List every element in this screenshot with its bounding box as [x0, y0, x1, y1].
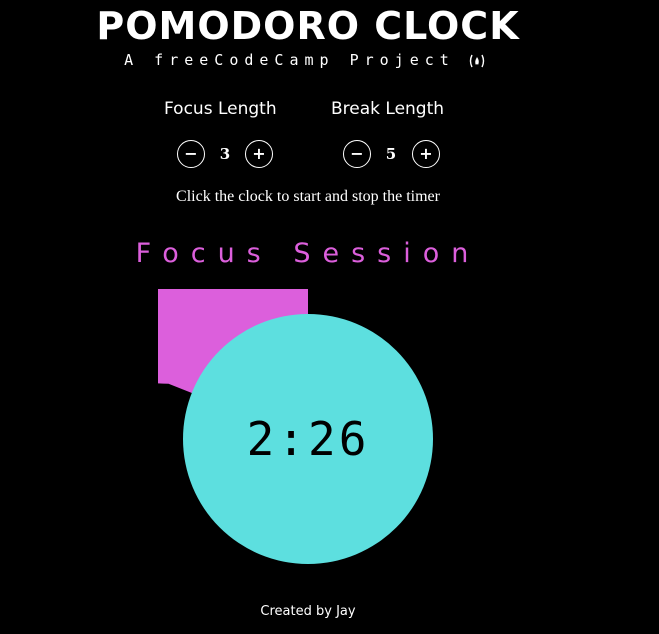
credit-text: Created by Jay: [260, 604, 356, 619]
time-display: 2:26: [246, 412, 370, 466]
app-title: POMODORO CLOCK: [96, 4, 520, 48]
clock[interactable]: 2:26: [158, 289, 458, 589]
focus-length-label: Focus Length: [164, 99, 277, 119]
focus-increment-button[interactable]: +: [245, 140, 273, 168]
focus-length-value: 3: [219, 145, 231, 163]
fire-icon: [469, 54, 485, 67]
session-label: Focus Session: [135, 238, 481, 269]
break-length-value: 5: [385, 145, 397, 163]
break-decrement-button[interactable]: −: [343, 140, 371, 168]
subtitle-row: A freeCodeCamp Project: [0, 50, 610, 70]
focus-decrement-button[interactable]: −: [177, 140, 205, 168]
instructions-text: Click the clock to start and stop the ti…: [176, 188, 440, 205]
break-length-label: Break Length: [331, 99, 445, 119]
subtitle: A freeCodeCamp Project: [124, 51, 455, 69]
break-increment-button[interactable]: +: [412, 140, 440, 168]
